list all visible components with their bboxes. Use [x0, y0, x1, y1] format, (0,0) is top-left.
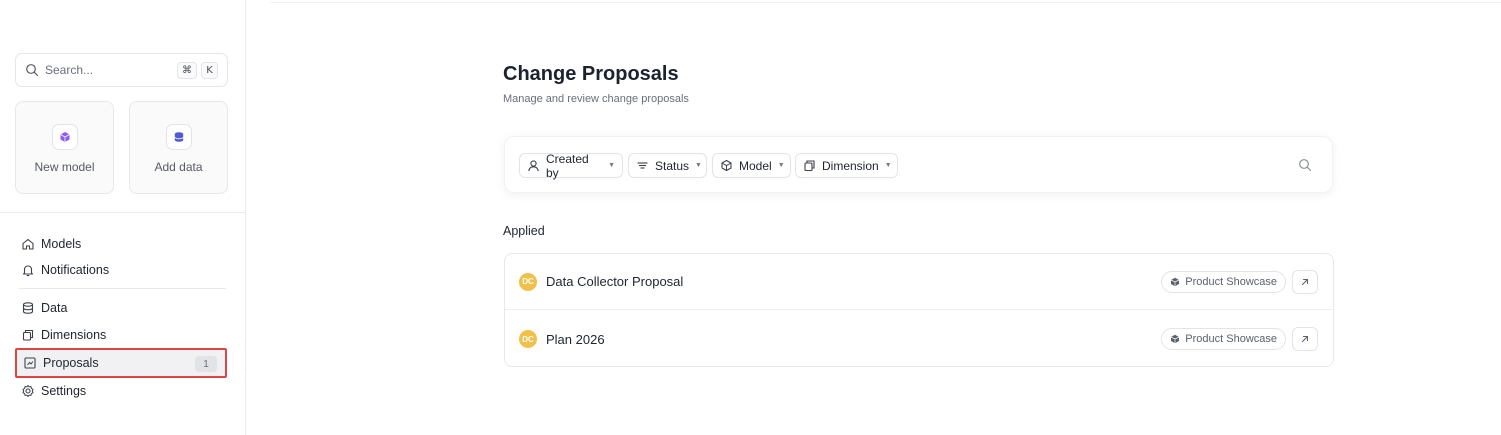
search-input[interactable]: Search... ⌘ K — [15, 53, 228, 87]
search-placeholder: Search... — [45, 63, 94, 77]
open-proposal-button[interactable] — [1292, 327, 1318, 351]
sidebar-item-proposals[interactable]: Proposals 1 — [15, 348, 227, 378]
nav-divider — [19, 288, 226, 289]
filter-label: Model — [739, 158, 772, 173]
search-icon[interactable] — [1298, 158, 1312, 172]
home-icon — [21, 237, 35, 251]
filter-dimension[interactable]: Dimension ▼ — [795, 153, 898, 178]
filter-model[interactable]: Model ▼ — [712, 153, 791, 178]
model-tag-label: Product Showcase — [1185, 333, 1277, 345]
search-icon — [25, 63, 39, 77]
bell-icon — [21, 263, 35, 277]
filter-label: Dimension — [822, 158, 879, 173]
filter-status[interactable]: Status ▼ — [628, 153, 707, 178]
sidebar-item-label: Dimensions — [41, 328, 107, 342]
proposal-row[interactable]: DC Data Collector Proposal Product Showc… — [505, 254, 1333, 310]
shortcut-k-key: K — [201, 61, 218, 79]
sidebar-item-dimensions[interactable]: Dimensions — [15, 322, 227, 348]
header-divider — [270, 2, 1501, 3]
page-title: Change Proposals — [503, 63, 679, 85]
sidebar-item-notifications[interactable]: Notifications — [15, 257, 227, 283]
filter-label: Created by — [546, 151, 589, 180]
sidebar-item-label: Notifications — [41, 263, 110, 277]
chevron-down-icon: ▼ — [777, 162, 785, 169]
gear-icon — [21, 384, 35, 398]
avatar: DC — [519, 272, 537, 291]
sidebar-item-label: Data — [41, 301, 68, 315]
sidebar-item-label: Models — [41, 237, 82, 251]
open-proposal-button[interactable] — [1292, 269, 1318, 294]
sidebar: Search... ⌘ K New model Add data Models … — [0, 0, 246, 435]
cube-icon — [1170, 334, 1180, 344]
proposals-count-badge: 1 — [195, 356, 217, 372]
model-tag[interactable]: Product Showcase — [1161, 270, 1286, 293]
chevron-down-icon: ▼ — [884, 162, 892, 169]
sidebar-item-label: Proposals — [43, 356, 99, 370]
model-tag[interactable]: Product Showcase — [1161, 328, 1286, 350]
sidebar-item-settings[interactable]: Settings — [15, 378, 227, 404]
filter-bar: Created by ▼ Status ▼ Model ▼ Dimension … — [504, 136, 1333, 193]
cube-icon — [51, 124, 78, 150]
new-model-button[interactable]: New model — [15, 101, 114, 194]
user-icon — [527, 159, 540, 172]
shortcut-cmd-key: ⌘ — [177, 61, 197, 79]
page-subtitle: Manage and review change proposals — [503, 93, 689, 105]
filter-label: Status — [655, 158, 690, 173]
add-data-button[interactable]: Add data — [129, 101, 228, 194]
filter-lines-icon — [636, 159, 649, 172]
proposal-title[interactable]: Data Collector Proposal — [546, 274, 683, 289]
copy-icon — [21, 328, 35, 342]
cube-icon — [720, 159, 733, 172]
proposal-row[interactable]: DC Plan 2026 Product Showcase — [505, 311, 1333, 367]
new-model-label: New model — [34, 160, 95, 174]
copy-icon — [803, 159, 816, 172]
proposal-list: DC Data Collector Proposal Product Showc… — [504, 253, 1334, 367]
sidebar-item-data[interactable]: Data — [15, 295, 227, 321]
add-data-label: Add data — [154, 160, 203, 174]
cube-icon — [1170, 277, 1180, 287]
database-icon — [21, 301, 35, 315]
model-tag-label: Product Showcase — [1185, 275, 1277, 288]
arrow-up-right-icon — [1301, 278, 1309, 285]
section-applied-label: Applied — [503, 224, 545, 238]
arrow-up-right-icon — [1301, 335, 1309, 343]
chevron-down-icon: ▼ — [608, 162, 615, 169]
filter-created-by[interactable]: Created by ▼ — [519, 151, 623, 180]
sidebar-item-models[interactable]: Models — [15, 231, 227, 257]
sidebar-item-label: Settings — [41, 384, 87, 398]
avatar: DC — [519, 330, 537, 348]
proposal-icon — [23, 356, 37, 370]
proposal-title[interactable]: Plan 2026 — [546, 332, 605, 347]
sidebar-divider — [0, 212, 245, 213]
chevron-down-icon: ▼ — [695, 162, 702, 169]
database-icon — [165, 124, 192, 150]
